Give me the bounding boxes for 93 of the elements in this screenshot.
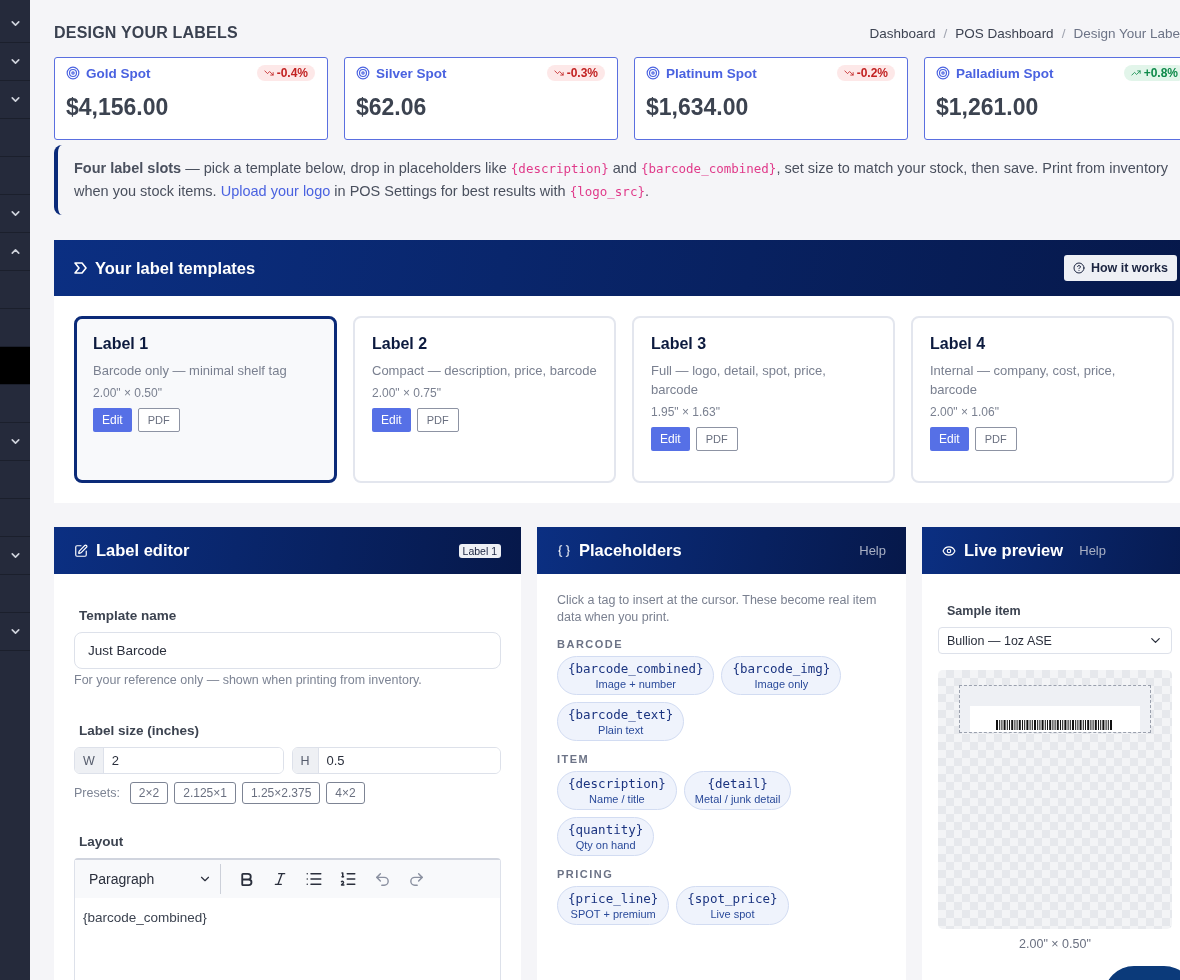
target-icon	[646, 66, 660, 80]
template-size: 1.95" × 1.63"	[651, 405, 721, 419]
breadcrumb-item: Design Your Labe	[1073, 25, 1180, 41]
field-label: Sample item	[947, 604, 1022, 618]
placeholder-chip[interactable]: {spot_price} Live spot	[676, 886, 789, 925]
template-card[interactable]: Label 4 Internal — company, cost, price, barcode 2.00" × 1.06" Edit PDF	[911, 316, 1174, 483]
spot-price: $62.06	[356, 94, 428, 121]
upload-logo-link[interactable]: Upload your logo	[220, 183, 331, 199]
tag-icon	[74, 262, 87, 274]
page-title: DESIGN YOUR LABELS	[54, 24, 238, 42]
template-name-input[interactable]: Just Barcode	[74, 632, 501, 669]
pdf-button[interactable]: PDF	[695, 427, 738, 451]
breadcrumb-separator: /	[943, 25, 948, 41]
preview-size: 2.00" × 0.50"	[1018, 937, 1092, 951]
group-heading: ITEM	[557, 753, 591, 765]
eye-icon	[942, 543, 956, 558]
template-name: Label 4	[930, 335, 987, 353]
template-size: 2.00" × 1.06"	[930, 405, 1000, 419]
spot-label: Silver Spot	[356, 65, 447, 81]
edit-icon	[74, 543, 88, 558]
breadcrumb-item[interactable]: POS Dashboard	[955, 25, 1054, 41]
placeholder-chip[interactable]: {quantity} Qty on hand	[557, 817, 655, 856]
template-name: Label 2	[372, 335, 429, 353]
panel-title: Your label templates	[74, 258, 256, 278]
field-label: Layout	[79, 834, 125, 849]
panel-title: Placeholders	[557, 541, 682, 560]
template-description: Internal — company, cost, price, barcode	[930, 362, 1117, 399]
template-size: 2.00" × 0.75"	[372, 386, 442, 400]
help-link[interactable]: Help	[1079, 543, 1106, 558]
change-badge: +0.8%	[1123, 65, 1180, 81]
pdf-button[interactable]: PDF	[974, 427, 1017, 451]
height-field[interactable]: H 0.5	[291, 747, 501, 774]
template-card[interactable]: Label 1 Barcode only — minimal shelf tag 2.00" × 0.50" Edit PDF	[74, 316, 337, 483]
braces-icon	[557, 543, 571, 558]
help-link[interactable]: Help	[859, 543, 886, 558]
template-description: Full — logo, detail, spot, price, barcode	[651, 362, 827, 399]
preset-button[interactable]: 4×2	[326, 782, 365, 804]
preset-button[interactable]: 2×2	[129, 782, 169, 804]
placeholder-chip[interactable]: {description} Name / title	[557, 771, 677, 810]
spot-price: $1,261.00	[936, 94, 1040, 121]
panel-title: Live preview	[942, 541, 1064, 560]
help-icon	[1072, 262, 1085, 274]
change-badge: -0.4%	[256, 65, 315, 81]
info-notice: Four label slots — pick a template below, drop in placeholders like {description} and {barcode_combined}, set size to match your stock, then save. Print from inventory when you stock items. Upload your logo in POS Settings for best results with {logo_src}.	[54, 145, 1180, 215]
how-it-works-button[interactable]: How it works	[1063, 255, 1177, 281]
placeholder-chip[interactable]: {barcode_text} Plain text	[557, 702, 685, 741]
change-badge: -0.3%	[546, 65, 605, 81]
group-heading: PRICING	[557, 868, 615, 880]
trend-down-icon	[843, 68, 854, 78]
trend-up-icon	[1130, 68, 1141, 78]
pdf-button[interactable]: PDF	[137, 408, 180, 432]
breadcrumb-item[interactable]: Dashboard	[869, 25, 936, 41]
preset-button[interactable]: 2.125×1	[174, 782, 236, 804]
spot-label: Palladium Spot	[936, 65, 1054, 81]
trend-down-icon	[263, 68, 274, 78]
intro-text: Click a tag to insert at the cursor. These become real item data when you print.	[557, 592, 878, 626]
group-heading: BARCODE	[557, 638, 625, 650]
placeholder-chip[interactable]: {price_line} SPOT + premium	[557, 886, 670, 925]
trend-down-icon	[553, 68, 564, 78]
template-size: 2.00" × 0.50"	[93, 386, 163, 400]
edit-button[interactable]: Edit	[93, 408, 132, 432]
template-card[interactable]: Label 3 Full — logo, detail, spot, price, barcode 1.95" × 1.63" Edit PDF	[632, 316, 895, 483]
placeholder-chip[interactable]: {barcode_combined} Image + number	[557, 656, 715, 695]
placeholder-chip[interactable]: {barcode_img} Image only	[721, 656, 842, 695]
edit-button[interactable]: Edit	[930, 427, 969, 451]
target-icon	[356, 66, 370, 80]
change-badge: -0.2%	[836, 65, 895, 81]
target-icon	[66, 66, 80, 80]
spot-label: Gold Spot	[66, 65, 151, 81]
template-description: Compact — description, price, barcode	[372, 362, 597, 380]
breadcrumb-separator: /	[1061, 25, 1066, 41]
field-label: Label size (inches)	[79, 723, 201, 738]
sample-item-select[interactable]: Bullion — 1oz ASE	[938, 627, 1172, 654]
field-label: Template name	[79, 608, 178, 623]
preset-button[interactable]: 1.25×2.375	[241, 782, 321, 804]
rich-text-editor[interactable]: Paragraph {barcode_combined}	[74, 858, 501, 980]
edit-button[interactable]: Edit	[651, 427, 690, 451]
edit-button[interactable]: Edit	[372, 408, 411, 432]
label-badge: Label 1	[458, 543, 501, 558]
template-card[interactable]: Label 2 Compact — description, price, barcode 2.00" × 0.75" Edit PDF	[353, 316, 616, 483]
template-name: Label 1	[93, 335, 150, 353]
pdf-button[interactable]: PDF	[416, 408, 459, 432]
presets-label: Presets:	[74, 786, 120, 800]
placeholder-chip[interactable]: {detail} Metal / junk detail	[683, 771, 792, 810]
panel-title: Label editor	[74, 541, 190, 560]
spot-price: $1,634.00	[646, 94, 750, 121]
template-description: Barcode only — minimal shelf tag	[93, 362, 288, 380]
spot-label: Platinum Spot	[646, 65, 757, 81]
template-name: Label 3	[651, 335, 708, 353]
field-hint: For your reference only — shown when printing from inventory.	[74, 673, 423, 687]
width-field[interactable]: W 2	[74, 747, 284, 774]
target-icon	[936, 66, 950, 80]
spot-price: $4,156.00	[66, 94, 170, 121]
